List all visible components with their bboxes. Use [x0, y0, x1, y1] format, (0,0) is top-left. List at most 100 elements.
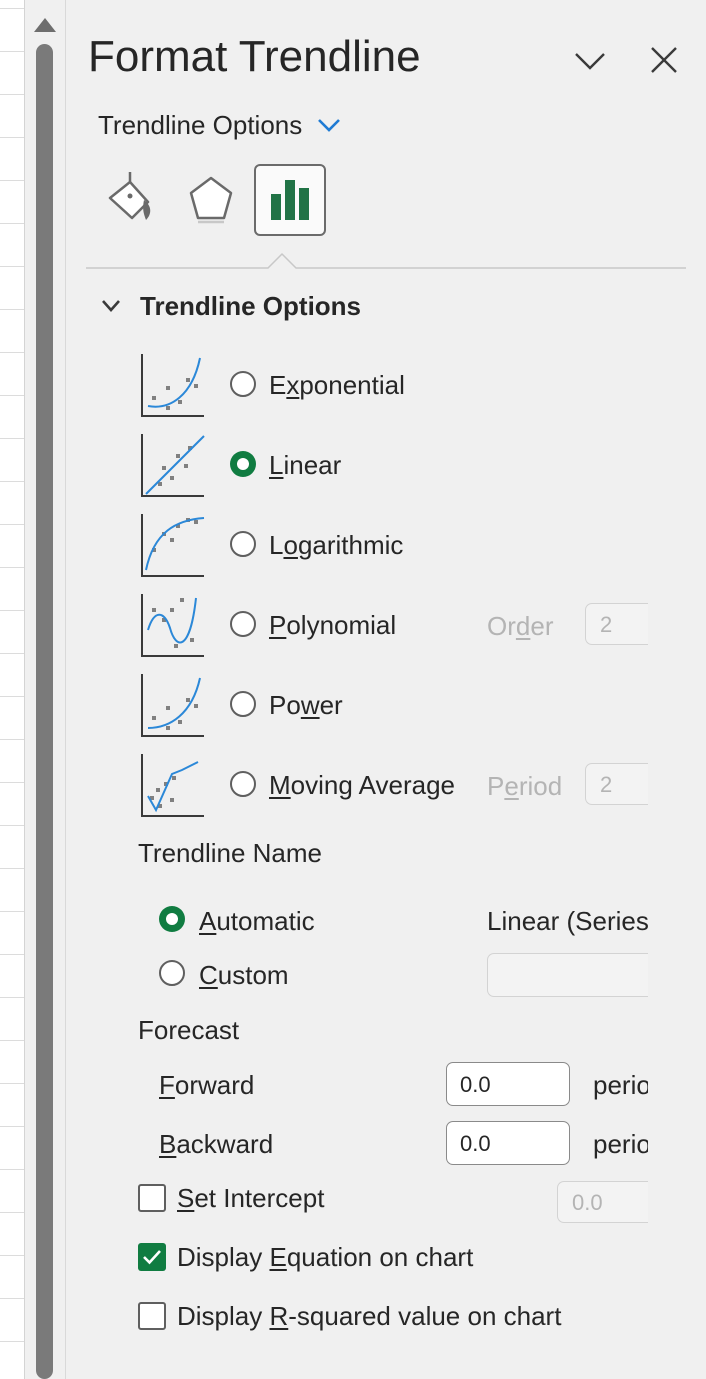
trendline-type-exponential: Exponential: [140, 352, 700, 422]
trendline-options-section-toggle[interactable]: Trendline Options: [100, 288, 361, 324]
label-text: er: [530, 611, 554, 641]
label-moving-average[interactable]: Moving Average: [269, 770, 455, 801]
label-text: er: [319, 690, 343, 720]
radio-logarithmic[interactable]: [230, 531, 256, 557]
scroll-up-arrow-icon[interactable]: [34, 18, 56, 32]
gridline: [0, 481, 24, 482]
label-polynomial[interactable]: Polynomial: [269, 610, 396, 641]
access-key: F: [159, 1070, 175, 1100]
radio-circle: [230, 611, 256, 637]
radio-exponential[interactable]: [230, 371, 256, 397]
radio-circle: [230, 691, 256, 717]
gridline: [0, 1212, 24, 1213]
gridline: [0, 266, 24, 267]
radio-linear[interactable]: [230, 451, 256, 477]
access-key: w: [300, 690, 320, 720]
radio-circle: [230, 771, 256, 797]
label-text: inear: [283, 450, 342, 480]
display-equation-label[interactable]: Display Equation on chart: [177, 1242, 473, 1273]
gridline: [0, 1083, 24, 1084]
gridline: [0, 1298, 24, 1299]
label-text: garithmic: [297, 530, 404, 560]
gridline: [0, 653, 24, 654]
label-text: oving Average: [290, 770, 455, 800]
radio-circle: [230, 371, 256, 397]
backward-input[interactable]: 0.0: [446, 1121, 570, 1165]
label-automatic[interactable]: Automatic: [199, 906, 315, 937]
tab-trendline-options[interactable]: [254, 164, 326, 236]
access-key: E: [269, 1242, 287, 1272]
gridline: [0, 782, 24, 783]
vertical-scrollbar[interactable]: [25, 0, 66, 1379]
intercept-input[interactable]: 0.0: [557, 1181, 648, 1223]
radio-automatic[interactable]: [159, 906, 185, 932]
paint-bucket-icon: [108, 172, 151, 220]
trendline-options-dropdown[interactable]: Trendline Options: [98, 108, 342, 142]
gridline: [0, 1255, 24, 1256]
display-rsquared-label[interactable]: Display R-squared value on chart: [177, 1301, 561, 1332]
label-text: E: [269, 370, 287, 400]
gridline: [0, 309, 24, 310]
set-intercept-checkbox[interactable]: [138, 1184, 166, 1212]
label-text: Or: [487, 611, 516, 641]
forecast-label: Forecast: [138, 1015, 240, 1045]
label-text: et Intercept: [194, 1183, 325, 1213]
label-exponential[interactable]: Exponential: [269, 370, 405, 401]
label-text: Display: [177, 1301, 270, 1331]
gridline: [0, 696, 24, 697]
radio-power[interactable]: [230, 691, 256, 717]
gridline: [0, 51, 24, 52]
period-label: Period: [487, 771, 562, 802]
access-key: C: [199, 960, 218, 990]
gridline: [0, 223, 24, 224]
label-text: L: [269, 530, 284, 560]
label-text: utomatic: [216, 906, 315, 936]
custom-name-input[interactable]: [487, 953, 648, 997]
label-text: Po: [269, 690, 301, 720]
label-text: ackward: [176, 1129, 274, 1159]
order-input[interactable]: 2: [585, 603, 648, 645]
pentagon-icon: [189, 176, 233, 224]
set-intercept-label[interactable]: Set Intercept: [177, 1183, 324, 1214]
access-key: A: [199, 906, 217, 936]
order-label: Order: [487, 611, 553, 642]
tab-divider: [86, 252, 686, 269]
gridline: [0, 954, 24, 955]
label-linear[interactable]: Linear: [269, 450, 341, 481]
gridline: [0, 137, 24, 138]
label-text: olynomial: [286, 610, 397, 640]
tab-effects[interactable]: [175, 164, 247, 236]
forward-input[interactable]: 0.0: [446, 1062, 570, 1106]
close-pane-button[interactable]: [644, 40, 684, 80]
trendline-name-label: Trendline Name: [138, 838, 323, 868]
gridline: [0, 739, 24, 740]
radio-circle-checked: [230, 451, 256, 477]
radio-polynomial[interactable]: [230, 611, 256, 637]
display-equation-checkbox[interactable]: [138, 1243, 166, 1271]
pane-options-button[interactable]: [570, 40, 610, 80]
checkmark-icon: [143, 1250, 161, 1265]
access-key: L: [269, 450, 284, 480]
radio-circle: [230, 531, 256, 557]
tab-fill-line[interactable]: [96, 164, 168, 236]
access-key: M: [269, 770, 291, 800]
forward-label: Forward: [159, 1070, 254, 1101]
display-rsquared-checkbox[interactable]: [138, 1302, 166, 1330]
gridline: [0, 180, 24, 181]
access-key: P: [269, 610, 287, 640]
gridline: [0, 438, 24, 439]
trendline-type-linear: Linear: [140, 432, 700, 502]
label-power[interactable]: Power: [269, 690, 343, 721]
radio-moving-average[interactable]: [230, 771, 256, 797]
linear-trend-icon: [141, 434, 205, 497]
radio-custom[interactable]: [159, 960, 185, 986]
label-text: ponential: [299, 370, 405, 400]
backward-label: Backward: [159, 1129, 273, 1160]
label-custom[interactable]: Custom: [199, 960, 289, 991]
scroll-thumb[interactable]: [36, 44, 53, 1379]
gridline: [0, 8, 24, 9]
bar-chart-icon: [271, 180, 309, 220]
period-input[interactable]: 2: [585, 763, 648, 805]
exponential-trend-icon: [141, 354, 204, 417]
label-logarithmic[interactable]: Logarithmic: [269, 530, 403, 561]
